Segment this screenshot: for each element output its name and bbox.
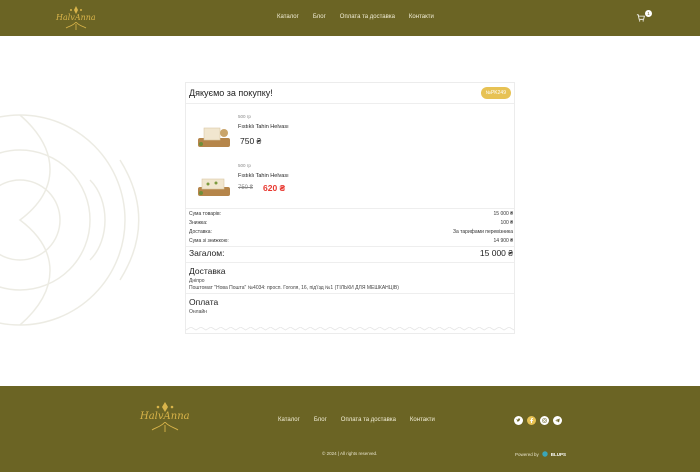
summary-row: Знижка: 100 ₴ <box>189 220 513 226</box>
nav-contacts[interactable]: Контакти <box>409 14 434 20</box>
blups-logo-icon <box>542 451 548 457</box>
logo-text: HalvAnna <box>140 411 190 422</box>
twitter-icon[interactable] <box>514 416 523 425</box>
background-ornament <box>0 114 140 326</box>
summary-value: 14 900 ₴ <box>493 238 513 244</box>
summary-row: Сума товарів: 15 000 ₴ <box>189 211 513 217</box>
payment-method: Онлайн <box>189 309 207 315</box>
footer-nav: Каталог Блог Оплата та доставка Контакти <box>278 417 435 423</box>
site-logo[interactable]: HalvAnna <box>56 6 96 30</box>
summary-value: 100 ₴ <box>500 220 513 226</box>
item-weight: 500 гр <box>238 163 251 168</box>
nav-payment-delivery[interactable]: Оплата та доставка <box>340 14 395 20</box>
product-image[interactable] <box>196 173 232 199</box>
footer-logo[interactable]: HalvAnna <box>140 402 190 432</box>
total-label: Загалом: <box>189 248 225 258</box>
powered-by: Powered by BLUPS <box>515 451 566 457</box>
summary-label: Сума зі знижкою: <box>189 238 229 244</box>
summary-label: Доставка: <box>189 229 212 235</box>
item-old-price: 750 ₴ <box>238 185 254 191</box>
product-image[interactable] <box>196 124 232 150</box>
summary-row: Доставка: За тарифами перевізника <box>189 229 513 235</box>
total-value: 15 000 ₴ <box>479 248 513 258</box>
powered-by-label: Powered by <box>515 451 539 457</box>
thank-you-title: Дякуємо за покупку! <box>189 88 273 98</box>
item-sale-price: 620 ₴ <box>263 183 286 193</box>
powered-by-brand[interactable]: BLUPS <box>551 452 566 457</box>
order-item: 500 гр Fıstıklı Tahin Helvası 750 ₴ 620 … <box>186 163 514 207</box>
item-name[interactable]: Fıstıklı Tahin Helvası <box>238 173 289 179</box>
delivery-address: Поштомат "Нова Пошта" №4034: просп. Гого… <box>189 285 399 291</box>
summary-row: Сума зі знижкою: 14 900 ₴ <box>189 238 513 244</box>
footer-nav-catalog[interactable]: Каталог <box>278 417 300 423</box>
divider <box>186 208 514 209</box>
summary-label: Сума товарів: <box>189 211 221 217</box>
nav-blog[interactable]: Блог <box>313 14 326 20</box>
total-row: Загалом: 15 000 ₴ <box>189 248 513 258</box>
logo-flourish-icon <box>65 22 87 30</box>
delivery-city: Дніпро <box>189 278 205 284</box>
logo-flourish-icon <box>151 422 179 432</box>
cart-icon[interactable] <box>636 13 645 22</box>
logo-text: HalvAnna <box>56 13 96 22</box>
site-footer: HalvAnna Каталог Блог Оплата та доставка… <box>0 386 700 472</box>
item-price: 750 ₴ <box>240 136 262 146</box>
instagram-icon[interactable] <box>540 416 549 425</box>
order-summary-card: Дякуємо за покупку! №PK249 500 гр Fıstık… <box>185 82 515 334</box>
item-weight: 500 гр <box>238 114 251 119</box>
summary-value: 15 000 ₴ <box>493 211 513 217</box>
order-number-badge: №PK249 <box>480 87 511 99</box>
copyright-text: © 2024 | All rights reserved. <box>322 451 378 456</box>
footer-nav-contacts[interactable]: Контакти <box>410 417 435 423</box>
divider <box>186 293 514 294</box>
item-name[interactable]: Fıstıklı Tahin Helvası <box>238 124 289 130</box>
summary-label: Знижка: <box>189 220 208 226</box>
payment-title: Оплата <box>189 297 219 307</box>
divider <box>186 246 514 247</box>
delivery-title: Доставка <box>189 266 226 276</box>
main-nav: Каталог Блог Оплата та доставка Контакти <box>277 14 434 20</box>
social-links <box>514 416 562 425</box>
facebook-icon[interactable] <box>527 416 536 425</box>
footer-nav-payment-delivery[interactable]: Оплата та доставка <box>341 417 396 423</box>
nav-catalog[interactable]: Каталог <box>277 14 299 20</box>
divider <box>186 103 514 104</box>
order-item: 500 гр Fıstıklı Tahin Helvası 750 ₴ <box>186 114 514 158</box>
site-header: HalvAnna Каталог Блог Оплата та доставка… <box>0 0 700 36</box>
receipt-zigzag-edge <box>186 327 514 331</box>
telegram-icon[interactable] <box>553 416 562 425</box>
divider <box>186 262 514 263</box>
summary-value: За тарифами перевізника <box>452 229 513 235</box>
cart-count-badge: 1 <box>645 10 652 17</box>
footer-nav-blog[interactable]: Блог <box>314 417 327 423</box>
